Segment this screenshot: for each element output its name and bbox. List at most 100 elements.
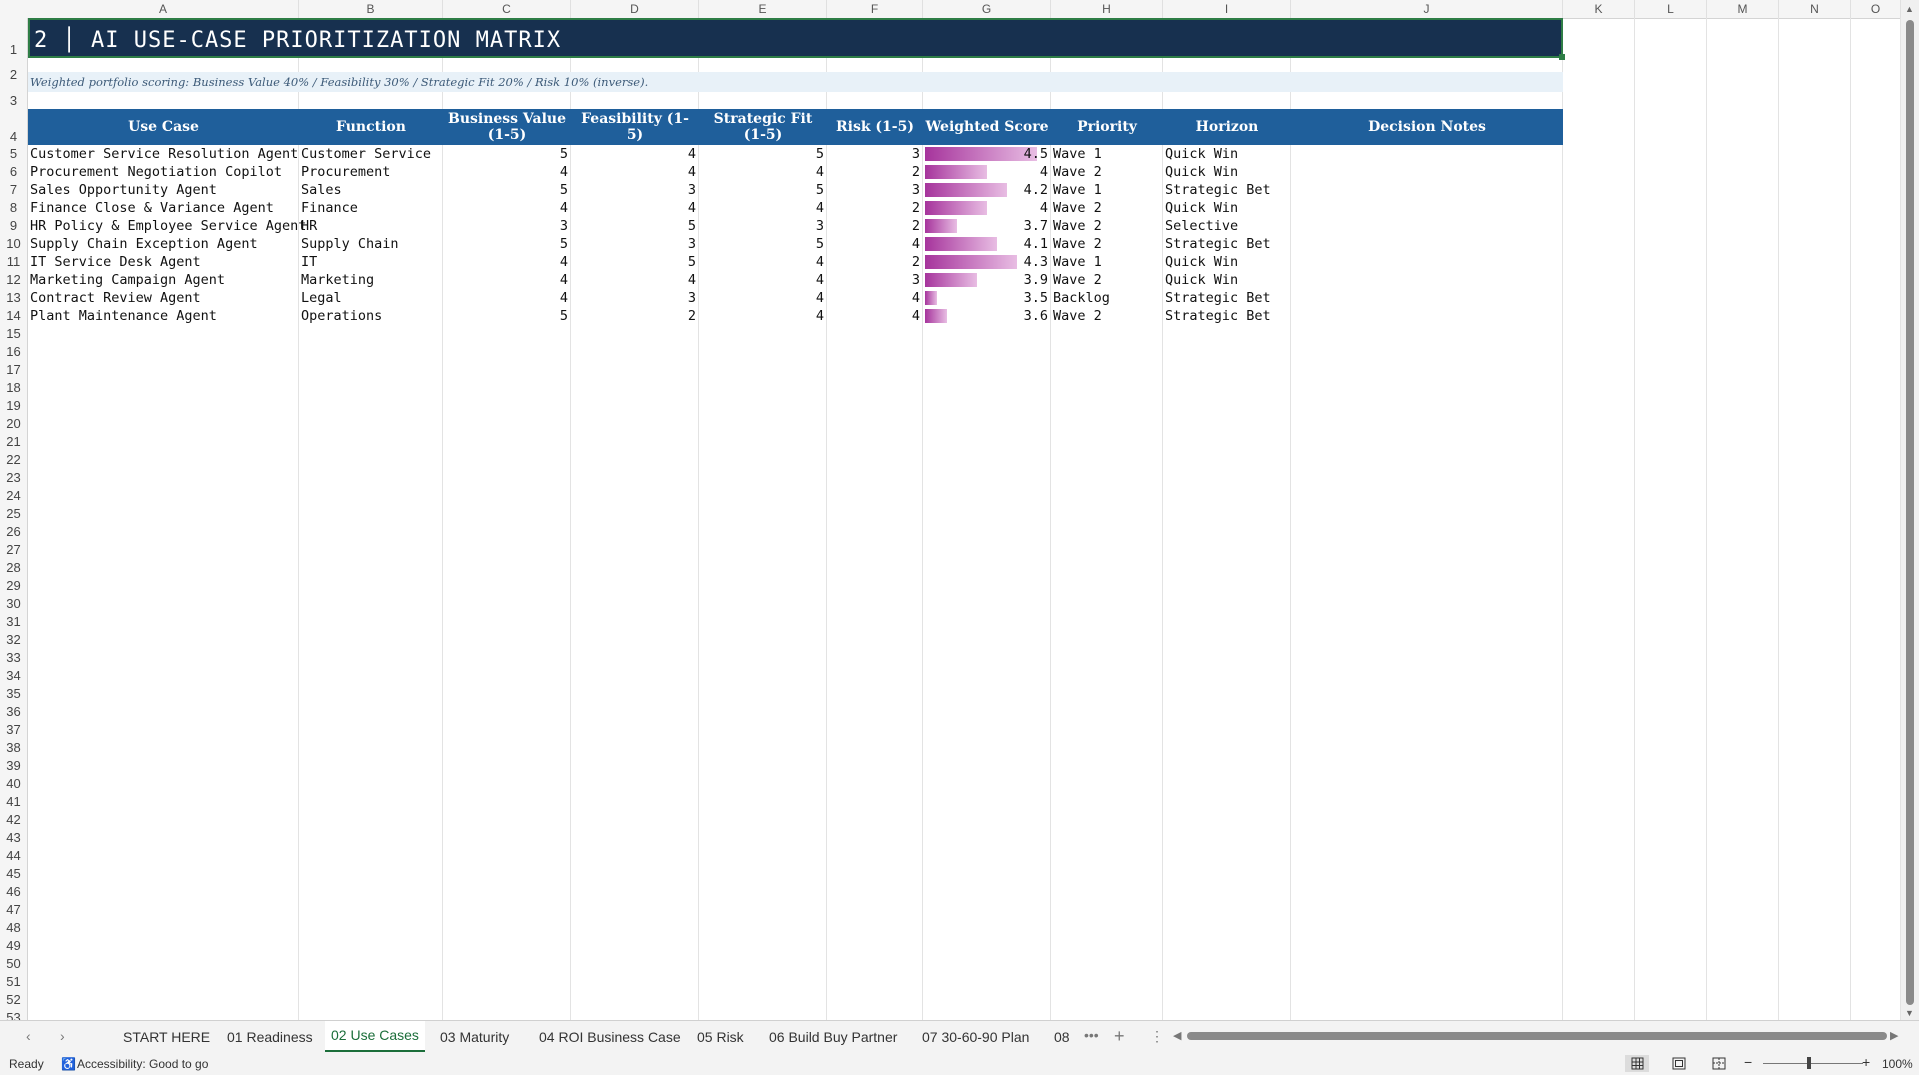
- row-header-2[interactable]: 2: [0, 58, 27, 92]
- cell-risk[interactable]: 4: [827, 235, 923, 253]
- cell-risk[interactable]: 4: [827, 289, 923, 307]
- cell-priority[interactable]: Wave 1: [1051, 145, 1163, 163]
- accessibility-status[interactable]: Accessibility: Good to go: [77, 1057, 208, 1071]
- sheet-tab-06-build-buy-partner[interactable]: 06 Build Buy Partner: [769, 1021, 897, 1053]
- cell-weighted-score[interactable]: 4.1: [923, 235, 1051, 253]
- cell-business-value[interactable]: 4: [443, 253, 571, 271]
- cell-use-case[interactable]: Customer Service Resolution Agent: [28, 145, 299, 163]
- row-header-9[interactable]: 9: [0, 217, 27, 235]
- cell-horizon[interactable]: Quick Win: [1163, 253, 1291, 271]
- cell-function[interactable]: Sales: [299, 181, 443, 199]
- scroll-down-icon[interactable]: ▼: [1905, 1008, 1914, 1018]
- cell-weighted-score[interactable]: 3.9: [923, 271, 1051, 289]
- cell-function[interactable]: Supply Chain: [299, 235, 443, 253]
- cell-strategic-fit[interactable]: 5: [699, 235, 827, 253]
- column-header-c[interactable]: C: [443, 0, 571, 18]
- sheet-tab-05-risk[interactable]: 05 Risk: [697, 1021, 744, 1053]
- row-header-24[interactable]: 24: [0, 487, 27, 505]
- cell-feasibility[interactable]: 4: [571, 199, 699, 217]
- cell-strategic-fit[interactable]: 4: [699, 163, 827, 181]
- row-header-51[interactable]: 51: [0, 973, 27, 991]
- zoom-slider[interactable]: [1763, 1063, 1863, 1064]
- cell-weighted-score[interactable]: 4.5: [923, 145, 1051, 163]
- row-header-34[interactable]: 34: [0, 667, 27, 685]
- hscroll-left-icon[interactable]: ◀: [1173, 1029, 1181, 1042]
- cell-function[interactable]: Procurement: [299, 163, 443, 181]
- header-decision-notes[interactable]: Decision Notes: [1291, 109, 1563, 145]
- row-header-10[interactable]: 10: [0, 235, 27, 253]
- header-use-case[interactable]: Use Case: [28, 109, 299, 145]
- cell-decision-notes[interactable]: [1291, 163, 1563, 181]
- cell-function[interactable]: Marketing: [299, 271, 443, 289]
- hscroll-right-icon[interactable]: ▶: [1890, 1029, 1898, 1042]
- sheet-tab-01-readiness[interactable]: 01 Readiness: [227, 1021, 313, 1053]
- cell-business-value[interactable]: 4: [443, 289, 571, 307]
- cell-horizon[interactable]: Strategic Bet: [1163, 181, 1291, 199]
- tab-options-icon[interactable]: ⋮: [1150, 1028, 1164, 1045]
- cell-horizon[interactable]: Strategic Bet: [1163, 307, 1291, 325]
- cell-priority[interactable]: Wave 2: [1051, 235, 1163, 253]
- cell-strategic-fit[interactable]: 5: [699, 145, 827, 163]
- cell-risk[interactable]: 4: [827, 307, 923, 325]
- cell-strategic-fit[interactable]: 4: [699, 307, 827, 325]
- vertical-scroll-thumb[interactable]: [1906, 20, 1914, 1005]
- fill-handle[interactable]: [1559, 54, 1565, 60]
- header-strategic-fit[interactable]: Strategic Fit (1-5): [699, 109, 827, 145]
- cell-weighted-score[interactable]: 4: [923, 163, 1051, 181]
- zoom-level[interactable]: 100%: [1882, 1057, 1913, 1071]
- row-header-8[interactable]: 8: [0, 199, 27, 217]
- cell-risk[interactable]: 2: [827, 217, 923, 235]
- header-weighted-score[interactable]: Weighted Score: [923, 109, 1051, 145]
- row-header-15[interactable]: 15: [0, 325, 27, 343]
- zoom-in-button[interactable]: +: [1862, 1054, 1870, 1070]
- row-header-11[interactable]: 11: [0, 253, 27, 271]
- cell-function[interactable]: Finance: [299, 199, 443, 217]
- cell-risk[interactable]: 3: [827, 145, 923, 163]
- cell-priority[interactable]: Wave 2: [1051, 163, 1163, 181]
- cell-feasibility[interactable]: 3: [571, 289, 699, 307]
- spreadsheet-area[interactable]: ABCDEFGHIJKLMNO 1 2 3 4 5 6 7 8 9 10 11 12 13 14 15 16 1…: [0, 0, 1919, 1020]
- cell-business-value[interactable]: 4: [443, 163, 571, 181]
- row-header-1[interactable]: 1: [0, 18, 27, 58]
- row-header-23[interactable]: 23: [0, 469, 27, 487]
- cell-feasibility[interactable]: 3: [571, 235, 699, 253]
- cell-horizon[interactable]: Strategic Bet: [1163, 235, 1291, 253]
- cell-strategic-fit[interactable]: 4: [699, 199, 827, 217]
- cell-business-value[interactable]: 5: [443, 181, 571, 199]
- column-header-bar[interactable]: ABCDEFGHIJKLMNO: [0, 0, 1901, 19]
- zoom-slider-thumb[interactable]: [1807, 1057, 1811, 1069]
- cell-use-case[interactable]: Finance Close & Variance Agent: [28, 199, 299, 217]
- column-header-i[interactable]: I: [1163, 0, 1291, 18]
- cell-weighted-score[interactable]: 4: [923, 199, 1051, 217]
- cell-business-value[interactable]: 5: [443, 235, 571, 253]
- row-header-14[interactable]: 14: [0, 307, 27, 325]
- cell-risk[interactable]: 3: [827, 181, 923, 199]
- cell-decision-notes[interactable]: [1291, 271, 1563, 289]
- cell-priority[interactable]: Wave 2: [1051, 271, 1163, 289]
- cell-feasibility[interactable]: 2: [571, 307, 699, 325]
- horizontal-scroll-thumb[interactable]: [1187, 1032, 1887, 1040]
- row-header-32[interactable]: 32: [0, 631, 27, 649]
- header-risk[interactable]: Risk (1-5): [827, 109, 923, 145]
- row-header-36[interactable]: 36: [0, 703, 27, 721]
- cell-risk[interactable]: 3: [827, 271, 923, 289]
- sheet-tab-04-roi-business-case[interactable]: 04 ROI Business Case: [539, 1021, 681, 1053]
- cell-decision-notes[interactable]: [1291, 145, 1563, 163]
- cell-feasibility[interactable]: 3: [571, 181, 699, 199]
- tab-next-icon[interactable]: ›: [60, 1028, 65, 1044]
- cell-horizon[interactable]: Selective: [1163, 217, 1291, 235]
- scroll-up-icon[interactable]: ▲: [1905, 4, 1914, 14]
- cell-strategic-fit[interactable]: 3: [699, 217, 827, 235]
- row-header-48[interactable]: 48: [0, 919, 27, 937]
- column-header-d[interactable]: D: [571, 0, 699, 18]
- add-sheet-icon[interactable]: +: [1114, 1026, 1125, 1047]
- cell-weighted-score[interactable]: 3.7: [923, 217, 1051, 235]
- row-header-27[interactable]: 27: [0, 541, 27, 559]
- row-header-35[interactable]: 35: [0, 685, 27, 703]
- cell-use-case[interactable]: Plant Maintenance Agent: [28, 307, 299, 325]
- row-header-52[interactable]: 52: [0, 991, 27, 1009]
- cell-feasibility[interactable]: 5: [571, 253, 699, 271]
- column-header-l[interactable]: L: [1635, 0, 1707, 18]
- sheet-tab-07-30-60-90-plan[interactable]: 07 30-60-90 Plan: [922, 1021, 1029, 1053]
- cell-weighted-score[interactable]: 4.3: [923, 253, 1051, 271]
